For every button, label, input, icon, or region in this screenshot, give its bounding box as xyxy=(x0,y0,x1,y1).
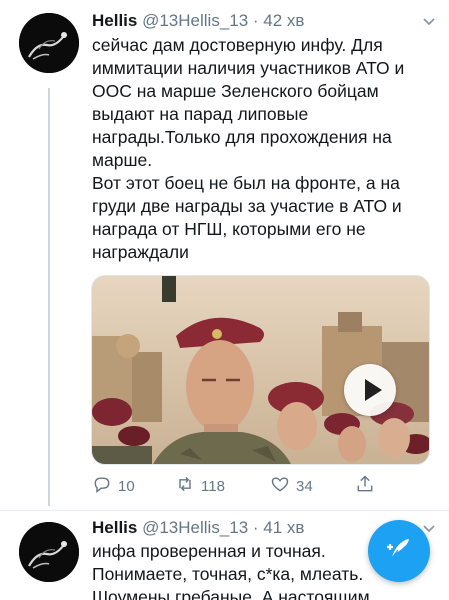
like-icon xyxy=(270,474,290,498)
chevron-down-icon[interactable] xyxy=(421,13,437,29)
retweet-button[interactable]: 118 xyxy=(175,474,225,498)
tweet-time[interactable]: 41 хв xyxy=(263,518,304,537)
video-thumbnail[interactable] xyxy=(91,275,430,465)
meta-separator: · xyxy=(248,518,264,537)
author-handle[interactable]: @13Hellis_13 xyxy=(142,518,248,537)
tweet[interactable]: Hellis @13Hellis_13 · 42 хв сейчас дам д… xyxy=(0,0,449,512)
reply-icon xyxy=(92,474,112,498)
tweet-actions: 10 118 34 xyxy=(92,474,392,498)
compose-tweet-icon xyxy=(384,534,414,569)
play-icon[interactable] xyxy=(344,364,396,416)
like-count: 34 xyxy=(296,477,313,495)
like-button[interactable]: 34 xyxy=(270,474,313,498)
reply-button[interactable]: 10 xyxy=(92,474,135,498)
share-button[interactable] xyxy=(355,474,375,498)
tweet-paragraph: Шоумены гребаные. А настоящим xyxy=(92,587,370,600)
reply-count: 10 xyxy=(118,477,135,495)
tweet-paragraph: сейчас дам достоверную инфу. Для иммитац… xyxy=(92,35,405,170)
share-icon xyxy=(355,474,375,498)
avatar[interactable] xyxy=(19,13,79,73)
tweet-time[interactable]: 42 хв xyxy=(263,11,304,30)
author-name[interactable]: Hellis xyxy=(92,518,137,537)
avatar[interactable] xyxy=(19,522,79,582)
retweet-count: 118 xyxy=(201,477,225,495)
tweet-header: Hellis @13Hellis_13 · 42 хв xyxy=(92,10,435,34)
retweet-icon xyxy=(175,474,195,498)
compose-tweet-button[interactable] xyxy=(368,520,430,582)
tweet-paragraph: Вот этот боец не был на фронте, а на гру… xyxy=(92,173,402,262)
tweet-divider xyxy=(0,510,449,511)
tweet-text: сейчас дам достоверную инфу. Для иммитац… xyxy=(92,34,432,264)
meta-separator: · xyxy=(248,11,264,30)
author-handle[interactable]: @13Hellis_13 xyxy=(142,11,248,30)
author-name[interactable]: Hellis xyxy=(92,11,137,30)
